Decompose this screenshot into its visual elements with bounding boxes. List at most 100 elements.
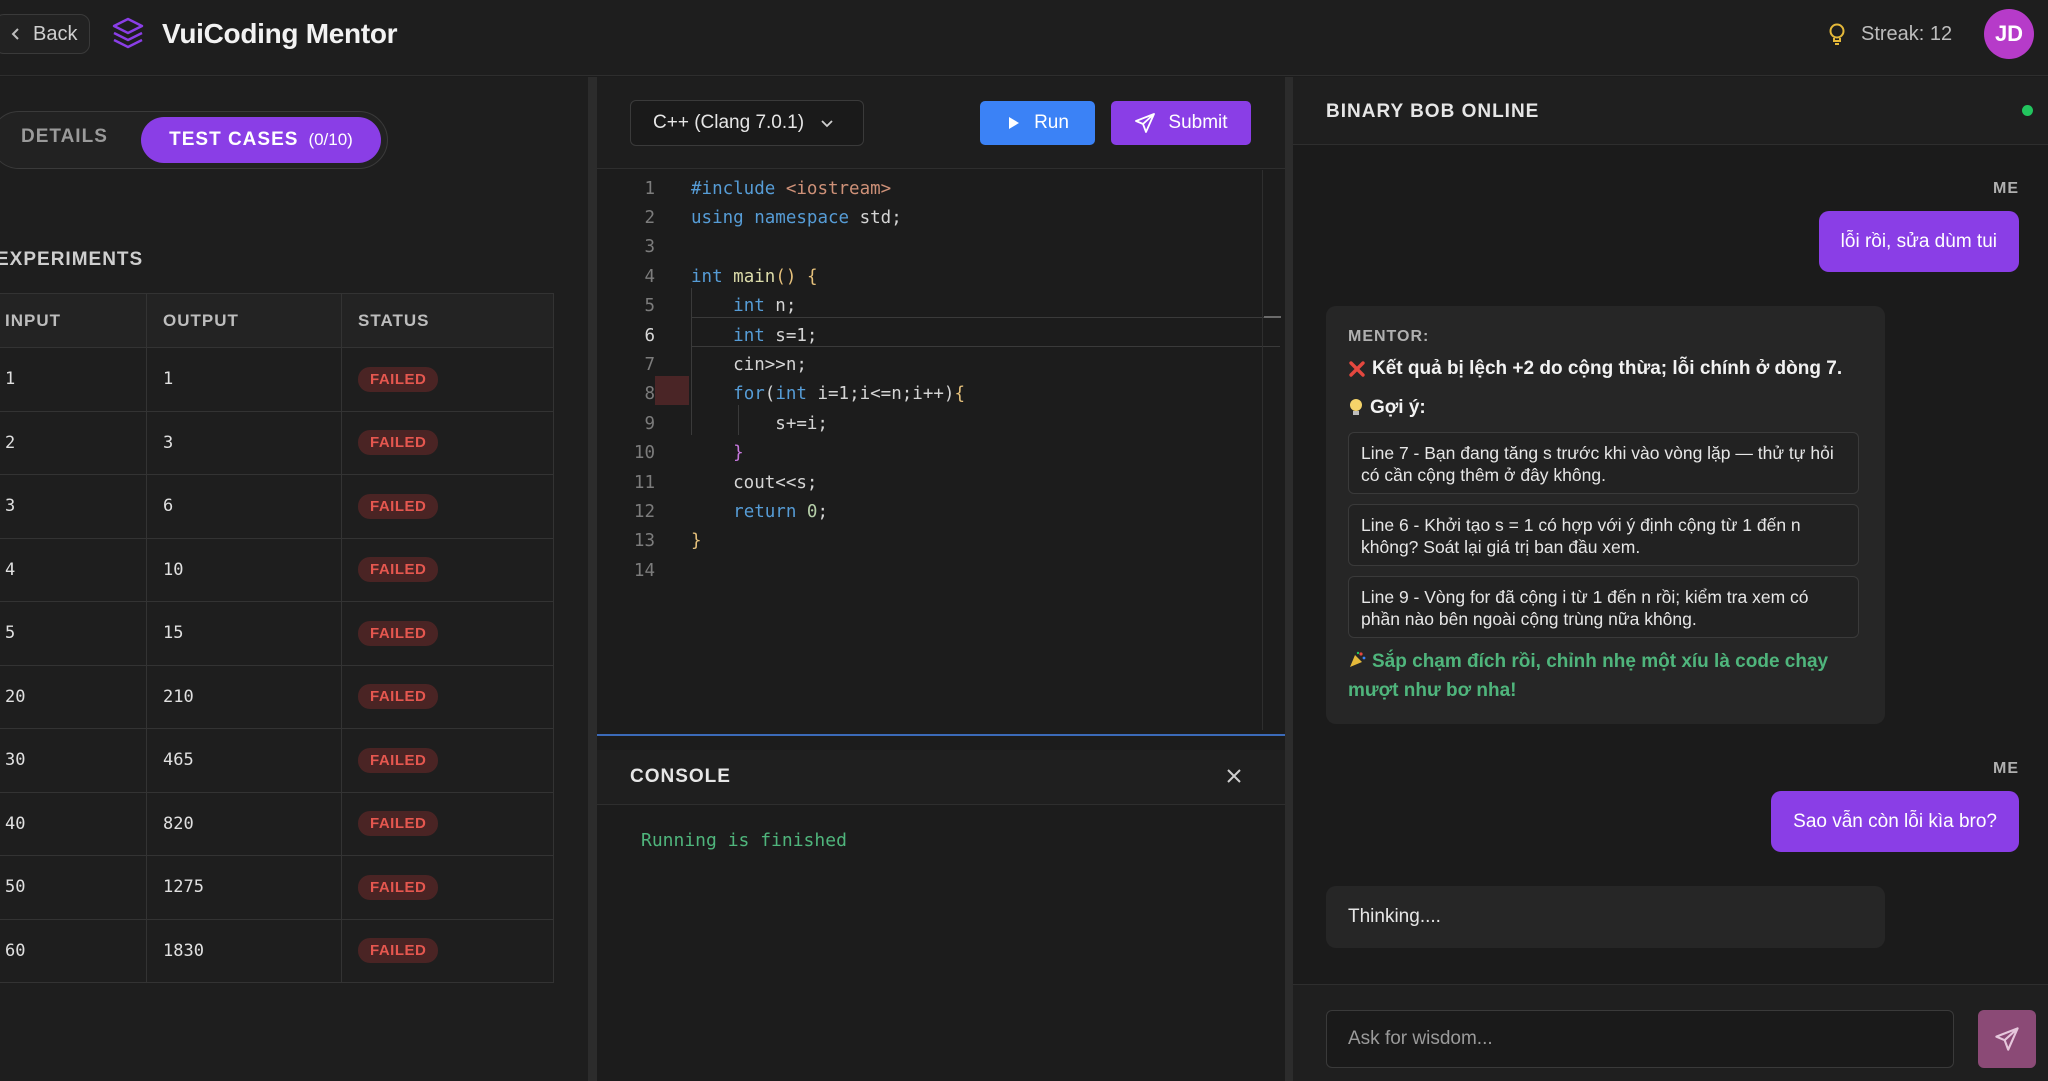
layers-logo-icon <box>112 17 144 49</box>
run-button[interactable]: Run <box>980 101 1095 145</box>
language-value: C++ (Clang 7.0.1) <box>653 112 805 133</box>
table-header-row: INPUT OUTPUT STATUS <box>0 293 554 348</box>
line-number: 6 <box>644 325 655 346</box>
mentor-message: MENTOR: Kết quả bị lệch +2 do cộng thừa;… <box>1326 306 1885 724</box>
lightbulb-icon <box>1829 23 1845 45</box>
code-text: int main() { <box>691 266 818 287</box>
table-row[interactable]: 2 3 FAILED <box>0 410 554 475</box>
code-text: cout<<s; <box>691 472 818 493</box>
cell-output: 465 <box>146 728 342 793</box>
cell-output: 1830 <box>146 918 342 983</box>
cell-status: FAILED <box>341 537 554 602</box>
thinking-indicator: Thinking.... <box>1326 886 1885 948</box>
editor-toolbar: C++ (Clang 7.0.1) Run Submit <box>597 77 1285 169</box>
console-output: Running is finished <box>641 830 847 851</box>
submit-button[interactable]: Submit <box>1111 101 1251 145</box>
code-text: using namespace std; <box>691 208 902 229</box>
line-number: 9 <box>644 413 655 434</box>
code-editor[interactable]: 1 #include <iostream> 2 using namespace std… <box>597 170 1285 736</box>
mentor-label: MENTOR: <box>1348 328 1430 345</box>
lightbulb-icon <box>1350 399 1362 415</box>
user-message: Sao vẫn còn lỗi kìa bro? <box>1771 791 2019 852</box>
line-number: 2 <box>644 208 655 229</box>
code-text: cin>>n; <box>691 355 807 376</box>
top-header: Back VuiCoding Mentor Streak: 12 JD <box>0 0 2048 76</box>
code-line: 3 <box>597 233 1262 262</box>
table-row[interactable]: 30 465 FAILED <box>0 728 554 793</box>
right-splitter[interactable] <box>1285 77 1293 1081</box>
chat-title: BINARY BOB ONLINE <box>1326 101 1540 122</box>
online-status-dot <box>2022 105 2033 116</box>
encouragement-text: Sắp chạm đích rồi, chỉnh nhẹ một xíu là … <box>1348 651 1829 701</box>
chat-header: BINARY BOB ONLINE <box>1293 77 2048 145</box>
cell-status: FAILED <box>341 347 554 412</box>
code-line: 6 int s=1; <box>597 321 1262 350</box>
cell-output: 1 <box>146 347 342 412</box>
cell-input: 5 <box>0 601 147 666</box>
tab-test-cases[interactable]: TEST CASES (0/10) <box>141 117 381 163</box>
cell-output: 1275 <box>146 855 342 920</box>
code-line: 7 cin>>n; <box>597 350 1262 379</box>
cell-status: FAILED <box>341 474 554 539</box>
line-number: 10 <box>633 443 655 464</box>
mentor-encouragement: Sắp chạm đích rồi, chỉnh nhẹ một xíu là … <box>1348 647 1868 705</box>
send-button[interactable] <box>1978 1010 2036 1068</box>
close-icon[interactable] <box>1224 766 1244 786</box>
status-badge: FAILED <box>358 811 439 837</box>
cell-input: 40 <box>0 791 147 856</box>
code-line: 4 int main() { <box>597 262 1262 291</box>
line-number: 7 <box>644 355 655 376</box>
back-label: Back <box>33 22 78 45</box>
line-number: 12 <box>633 502 655 523</box>
code-text: for(int i=1;i<=n;i++){ <box>733 384 965 405</box>
cell-input: 3 <box>0 474 147 539</box>
hint-title-text: Gợi ý: <box>1370 397 1426 418</box>
cell-output: 820 <box>146 791 342 856</box>
table-row[interactable]: 50 1275 FAILED <box>0 855 554 920</box>
line-number: 5 <box>644 296 655 317</box>
status-badge: FAILED <box>358 620 439 646</box>
table-row[interactable]: 4 10 FAILED <box>0 537 554 602</box>
play-icon <box>1009 117 1020 129</box>
hint-item: Line 9 - Vòng for đã cộng i từ 1 đến n r… <box>1348 576 1859 638</box>
table-row[interactable]: 1 1 FAILED <box>0 347 554 412</box>
table-row[interactable]: 60 1830 FAILED <box>0 918 554 983</box>
console-title: CONSOLE <box>630 766 731 787</box>
summary-text: Kết quả bị lệch +2 do cộng thừa; lỗi chí… <box>1372 358 1843 379</box>
code-text: int n; <box>733 296 797 317</box>
table-row[interactable]: 3 6 FAILED <box>0 474 554 539</box>
editor-scrollbar[interactable] <box>1262 170 1263 730</box>
send-icon <box>1135 113 1156 133</box>
chat-input[interactable] <box>1326 1010 1954 1068</box>
code-line: 13} <box>597 527 1262 556</box>
table-row[interactable]: 20 210 FAILED <box>0 664 554 729</box>
editor-panel: C++ (Clang 7.0.1) Run Submit 1 #include <… <box>597 77 1285 1081</box>
table-row[interactable]: 40 820 FAILED <box>0 791 554 856</box>
code-line: 1 #include <iostream> <box>597 174 1262 203</box>
cell-status: FAILED <box>341 728 554 793</box>
streak-counter: Streak: 12 <box>1861 23 1953 45</box>
me-label: ME <box>1993 180 2019 197</box>
status-badge: FAILED <box>358 430 439 456</box>
status-badge: FAILED <box>358 874 439 900</box>
back-button[interactable]: Back <box>0 14 90 54</box>
line-number: 13 <box>633 531 655 552</box>
language-select[interactable]: C++ (Clang 7.0.1) <box>630 100 864 146</box>
status-badge: FAILED <box>358 493 439 519</box>
chat-input-bar <box>1293 984 2048 1081</box>
tab-details[interactable]: DETAILS <box>21 126 108 148</box>
table-row[interactable]: 5 15 FAILED <box>0 601 554 666</box>
send-icon <box>1995 1027 2019 1051</box>
panel-tabs: DETAILS TEST CASES (0/10) <box>0 111 388 169</box>
tab-test-cases-label: TEST CASES <box>169 129 299 150</box>
scrollbar-cursor-mark <box>1264 316 1281 318</box>
cell-output: 210 <box>146 664 342 729</box>
cell-status: FAILED <box>341 410 554 475</box>
line-number: 3 <box>644 237 655 258</box>
code-text: } <box>733 443 744 464</box>
tab-test-cases-count: (0/10) <box>308 130 353 149</box>
test-cases-table: INPUT OUTPUT STATUS 1 1 FAILED 2 3 FAILED 3 6 FA… <box>0 293 554 983</box>
user-avatar[interactable]: JD <box>1984 9 2034 59</box>
cell-input: 2 <box>0 410 147 475</box>
left-splitter[interactable] <box>588 77 597 1081</box>
